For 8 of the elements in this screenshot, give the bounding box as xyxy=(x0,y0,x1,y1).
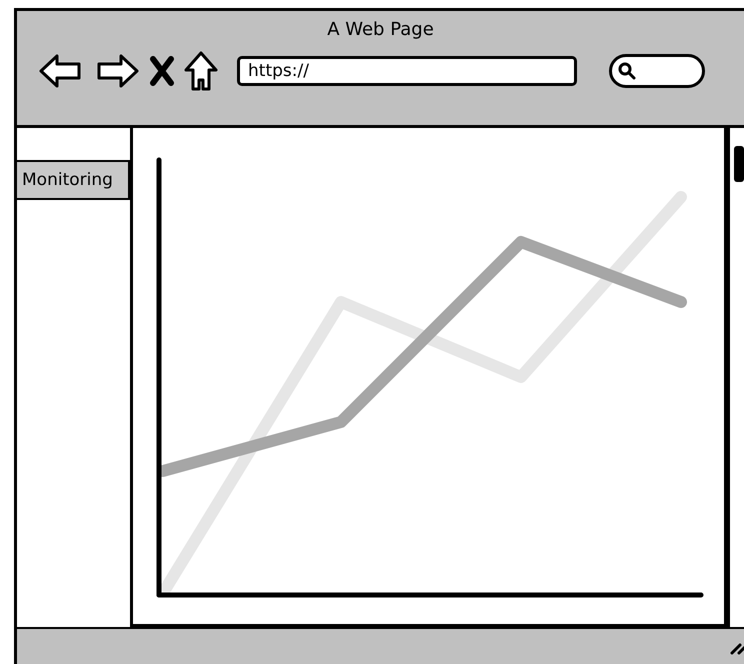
sidebar-tab[interactable]: Monitoring xyxy=(17,160,130,200)
search-field[interactable] xyxy=(609,54,705,88)
scrollbar[interactable] xyxy=(727,125,744,627)
search-icon xyxy=(618,62,636,80)
window-title: A Web Page xyxy=(327,19,435,40)
stop-icon[interactable] xyxy=(149,54,175,88)
home-icon[interactable] xyxy=(183,50,219,92)
address-field[interactable]: https:// xyxy=(237,56,577,86)
